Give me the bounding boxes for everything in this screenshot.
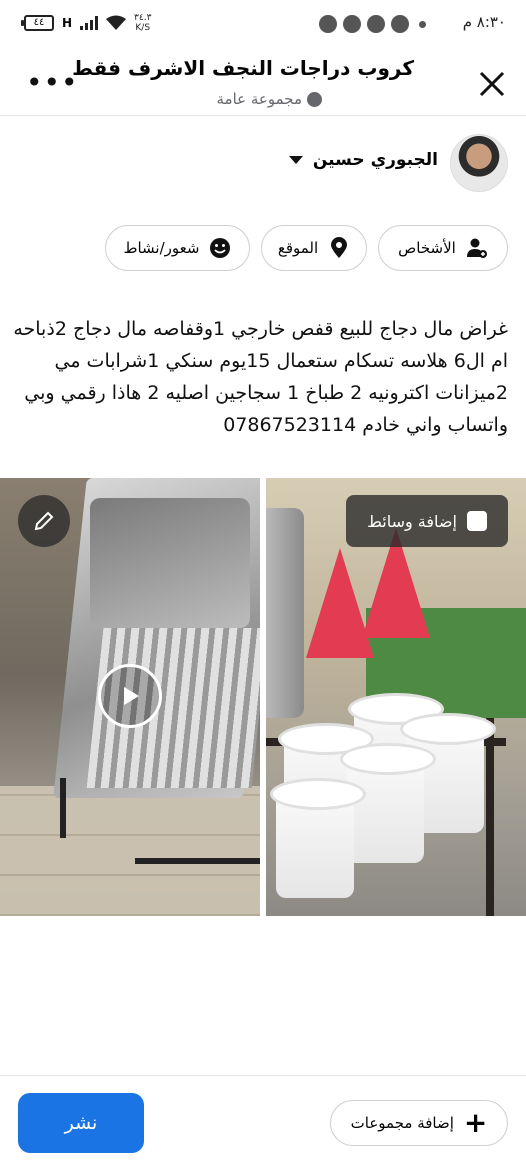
play-icon	[124, 687, 139, 705]
author-name: الجبوري حسين	[312, 150, 438, 170]
header: ••• كروب دراجات النجف الاشرف فقط مجموعة …	[0, 50, 526, 116]
location-icon	[331, 237, 348, 258]
video-thumbnail[interactable]	[0, 478, 260, 916]
group-privacy-label: مجموعة عامة	[216, 90, 303, 108]
status-left-icons: ٤٤ H ٣٤.٣ K/S	[21, 13, 151, 33]
table-frame	[135, 858, 260, 864]
speed-value: ٣٤.٣	[134, 13, 152, 23]
post-text[interactable]: غراض مال دجاج للبيع قفص خارجي 1وقفاصه ما…	[12, 313, 508, 441]
plus-icon: +	[463, 1106, 488, 1139]
battery-icon: ٤٤	[21, 15, 54, 31]
edit-media-button[interactable]	[18, 495, 70, 547]
feeling-button[interactable]: شعور/نشاط	[105, 225, 250, 271]
drinker-image	[340, 743, 436, 863]
speed-unit: K/S	[135, 23, 151, 33]
add-groups-button[interactable]: + إضافة مجموعات	[330, 1100, 508, 1146]
location-label: الموقع	[277, 239, 319, 257]
status-bar: ٤٤ H ٣٤.٣ K/S ٨:٣٠ م	[0, 0, 526, 50]
add-media-button[interactable]: إضافة وسائط	[346, 495, 508, 547]
sink-bowl-image	[90, 498, 250, 628]
snapchat-icon	[343, 15, 361, 33]
wifi-icon	[106, 15, 127, 30]
network-speed: ٣٤.٣ K/S	[134, 13, 151, 33]
more-icon[interactable]: •••	[26, 69, 79, 97]
feeling-label: شعور/نشاط	[123, 239, 200, 257]
smiley-icon	[210, 238, 231, 258]
group-title: كروب دراجات النجف الاشرف فقط	[72, 56, 414, 80]
add-groups-label: إضافة مجموعات	[350, 1114, 454, 1132]
avatar	[450, 134, 508, 192]
whatsapp-icon	[391, 15, 409, 33]
clock: ٨:٣٠ م	[462, 13, 506, 31]
caret-down-icon	[288, 156, 303, 164]
tag-people-button[interactable]: الأشخاص	[378, 225, 508, 271]
plucker-machine-image	[266, 508, 304, 718]
pencil-icon	[34, 511, 54, 531]
table-leg	[60, 778, 66, 838]
tag-people-label: الأشخاص	[398, 239, 456, 257]
messenger-icon	[319, 15, 337, 33]
add-media-label: إضافة وسائط	[367, 511, 457, 531]
signal-icon	[80, 16, 99, 30]
globe-icon	[307, 91, 322, 107]
drinker-image	[270, 778, 366, 898]
play-button[interactable]	[98, 664, 162, 728]
people-icon	[466, 238, 487, 258]
floor-tiles	[0, 786, 260, 916]
add-media-icon	[466, 511, 487, 531]
notification-icons	[319, 15, 426, 33]
network-type: H	[62, 16, 73, 30]
publish-button[interactable]: نشر	[18, 1093, 144, 1153]
media-area: إضافة وسائط	[0, 478, 526, 916]
chat-icon	[367, 15, 385, 33]
author-selector[interactable]: الجبوري حسين	[288, 150, 438, 170]
dot-icon	[419, 20, 426, 28]
location-button[interactable]: الموقع	[261, 225, 367, 271]
stand-leg	[486, 718, 494, 916]
close-icon[interactable]	[478, 70, 506, 98]
group-privacy: مجموعة عامة	[216, 90, 322, 108]
footer: + إضافة مجموعات نشر	[0, 1075, 526, 1169]
photo-thumbnail[interactable]: إضافة وسائط	[266, 478, 526, 916]
